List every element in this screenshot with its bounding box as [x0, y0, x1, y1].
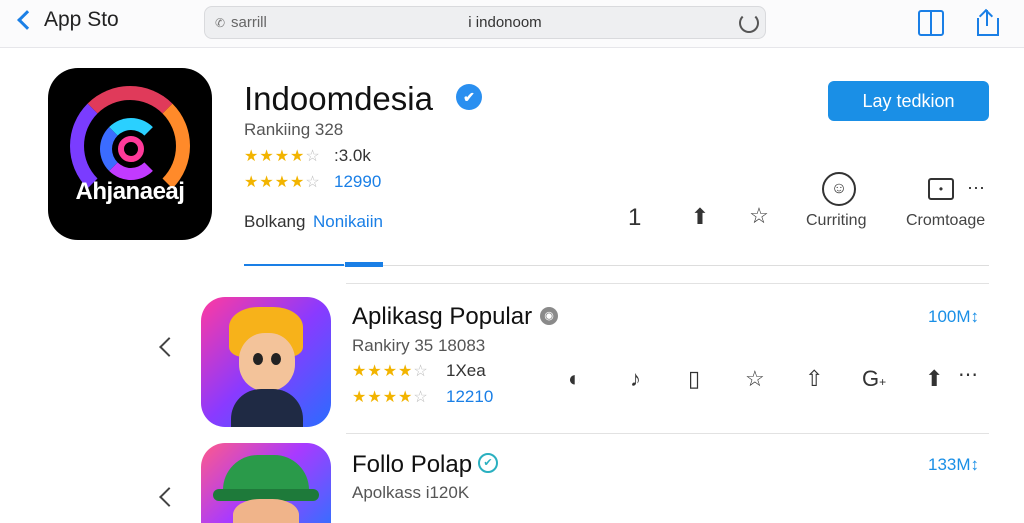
app-size: 133M↕: [928, 455, 980, 474]
more-icon[interactable]: ⋯: [962, 178, 990, 199]
app-icon[interactable]: [201, 443, 331, 523]
star-rating: ★★★★☆: [244, 174, 321, 191]
tab-indicator-active: [345, 262, 383, 267]
app-ranking: Apolkass i120K: [352, 483, 470, 502]
action-label[interactable]: Curriting: [806, 212, 866, 230]
app-ranking: Rankiry 35 18083: [352, 336, 486, 355]
chevron-left-icon: [17, 10, 37, 30]
share-icon[interactable]: ⬆: [686, 204, 714, 230]
more-icon[interactable]: ⋯: [958, 362, 978, 387]
shield-icon: ◉: [540, 307, 558, 325]
reload-icon[interactable]: [739, 13, 759, 33]
rating-count: 12210: [446, 387, 494, 406]
star-rating: ★★★★☆: [352, 363, 429, 380]
g-plus-icon[interactable]: G+: [862, 366, 886, 392]
star-icon[interactable]: ☆: [745, 366, 765, 392]
smiley-icon[interactable]: ☺: [822, 172, 856, 206]
row-divider: [346, 283, 989, 284]
category-prefix: Bolkang: [244, 212, 306, 231]
search-bar[interactable]: ✆ sarrill i indonoom: [204, 6, 766, 39]
app-title[interactable]: Aplikasg Popular: [352, 303, 532, 331]
get-button[interactable]: Lay tedkion: [828, 81, 989, 121]
app-size: 100M↕: [928, 307, 980, 326]
bookmark-icon[interactable]: ▯: [688, 366, 700, 392]
top-navigation-bar: App Sto ✆ sarrill i indonoom: [0, 0, 1024, 48]
app-title[interactable]: Follo Polap: [352, 451, 472, 479]
rating-count: :3.0k: [334, 146, 371, 165]
featured-app-title: Indoomdesia: [244, 80, 433, 117]
url-text: i indonoom: [468, 14, 542, 31]
record-icon[interactable]: ◐: [568, 366, 581, 392]
verified-badge-icon: ✔: [456, 84, 482, 110]
featured-app-icon-text: Ahjanaeaj: [75, 178, 185, 205]
action-label[interactable]: Cromtoage: [906, 212, 985, 230]
share-icon[interactable]: ⬆: [925, 366, 943, 392]
app-icon[interactable]: [201, 297, 331, 427]
category-link[interactable]: Nonikaiin: [313, 212, 383, 232]
star-rating: ★★★★☆: [244, 148, 321, 165]
row-divider: [346, 433, 989, 434]
verified-badge-icon: ✔: [478, 453, 498, 473]
count-value: 1: [628, 204, 642, 231]
tab-indicator: [244, 264, 344, 266]
featured-ranking: Rankiing 328: [244, 120, 344, 139]
upload-icon[interactable]: ⇧: [805, 366, 823, 392]
chevron-left-icon[interactable]: [159, 487, 179, 507]
rating-count: 1Xea: [446, 361, 486, 380]
chevron-left-icon[interactable]: [159, 337, 179, 357]
back-button[interactable]: App Sto: [14, 8, 119, 32]
share-icon[interactable]: [975, 8, 1001, 36]
book-icon[interactable]: [918, 10, 944, 36]
star-icon[interactable]: ☆: [745, 203, 773, 229]
music-icon[interactable]: ♪: [630, 366, 641, 392]
back-label: App Sto: [44, 8, 119, 31]
featured-app-icon[interactable]: Ahjanaeaj: [48, 68, 212, 240]
chat-icon[interactable]: •: [928, 178, 954, 200]
rating-count: 12990: [334, 172, 382, 191]
star-rating: ★★★★☆: [352, 389, 429, 406]
